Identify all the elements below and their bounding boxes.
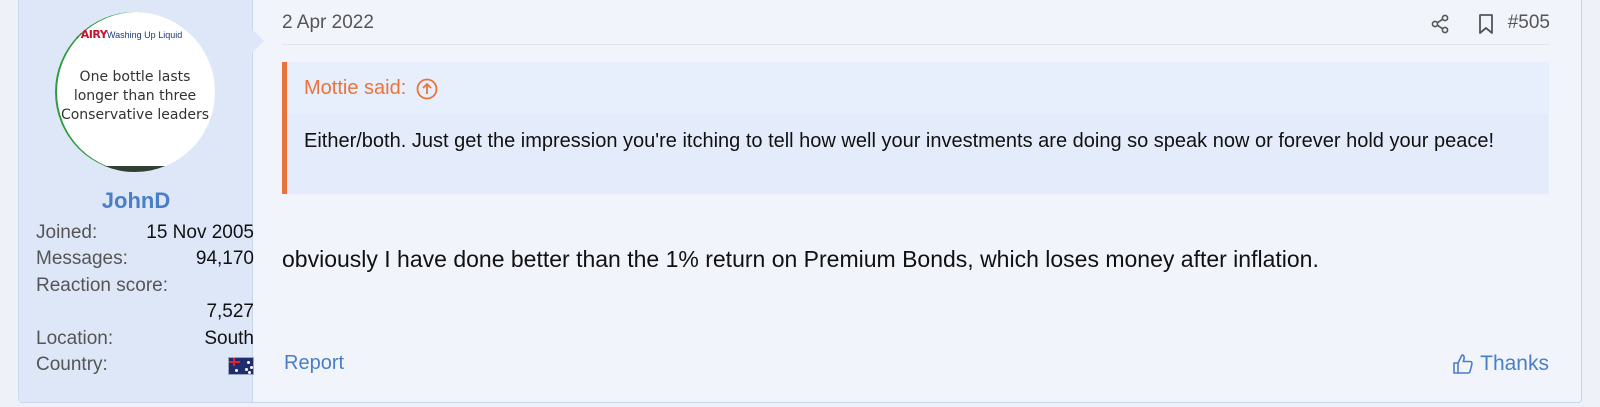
share-icon[interactable] (1427, 11, 1453, 37)
messages-label: Messages: (36, 248, 128, 269)
reaction-row: Reaction score: (36, 275, 254, 297)
thanks-label: Thanks (1480, 352, 1549, 375)
avatar-shade (55, 166, 215, 172)
post-message: obviously I have done better than the 1%… (282, 246, 1319, 272)
reaction-label: Reaction score: (36, 275, 169, 296)
quote-author-label: Mottie said: (304, 77, 407, 99)
post-date[interactable]: 2 Apr 2022 (282, 12, 374, 34)
country-row: Country: (36, 354, 254, 378)
reaction-value: 7,527 (206, 301, 254, 322)
quote-block: Mottie said: Either/both. Just get the i… (282, 62, 1549, 194)
location-value: South (204, 328, 254, 349)
user-info-panel: FAIRY Washing Up Liquid One bottle lasts… (19, 0, 254, 402)
post-number-link[interactable]: #505 (1508, 12, 1550, 34)
joined-label: Joined: (36, 222, 98, 243)
avatar-brand-sub: Washing Up Liquid (107, 30, 183, 40)
avatar-slogan-line: One bottle lasts (79, 69, 191, 85)
reaction-value-row: 7,527 (36, 301, 254, 323)
avatar-slogan: One bottle lasts longer than three Conse… (55, 68, 215, 125)
thumbs-up-icon (1452, 353, 1474, 375)
thanks-button[interactable]: Thanks (1452, 352, 1549, 376)
bookmark-icon[interactable] (1473, 11, 1499, 37)
report-link[interactable]: Report (284, 352, 344, 375)
location-label: Location: (36, 328, 114, 349)
header-divider (282, 44, 1549, 45)
messages-row: Messages: 94,170 (36, 248, 254, 270)
username-link[interactable]: JohnD (19, 188, 253, 214)
avatar-brand: FAIRY (75, 28, 108, 41)
avatar[interactable]: FAIRY Washing Up Liquid One bottle lasts… (55, 12, 215, 172)
avatar-slogan-line: Conservative leaders (60, 107, 210, 123)
post-content: 2 Apr 2022 #505 Mottie said: Either/both… (253, 0, 1581, 402)
avatar-slogan-line: longer than three (73, 88, 197, 104)
country-label: Country: (36, 354, 108, 375)
australia-flag-icon (228, 357, 254, 375)
location-row: Location: South (36, 328, 254, 350)
arrow-up-circle-icon[interactable] (416, 78, 438, 100)
post-container: FAIRY Washing Up Liquid One bottle lasts… (18, 0, 1582, 403)
joined-value: 15 Nov 2005 (146, 222, 254, 243)
quote-author[interactable]: Mottie said: (304, 77, 438, 100)
quote-header: Mottie said: (287, 62, 1549, 114)
joined-row: Joined: 15 Nov 2005 (36, 222, 254, 244)
quote-text: Either/both. Just get the impression you… (304, 130, 1494, 152)
messages-value: 94,170 (195, 248, 254, 269)
